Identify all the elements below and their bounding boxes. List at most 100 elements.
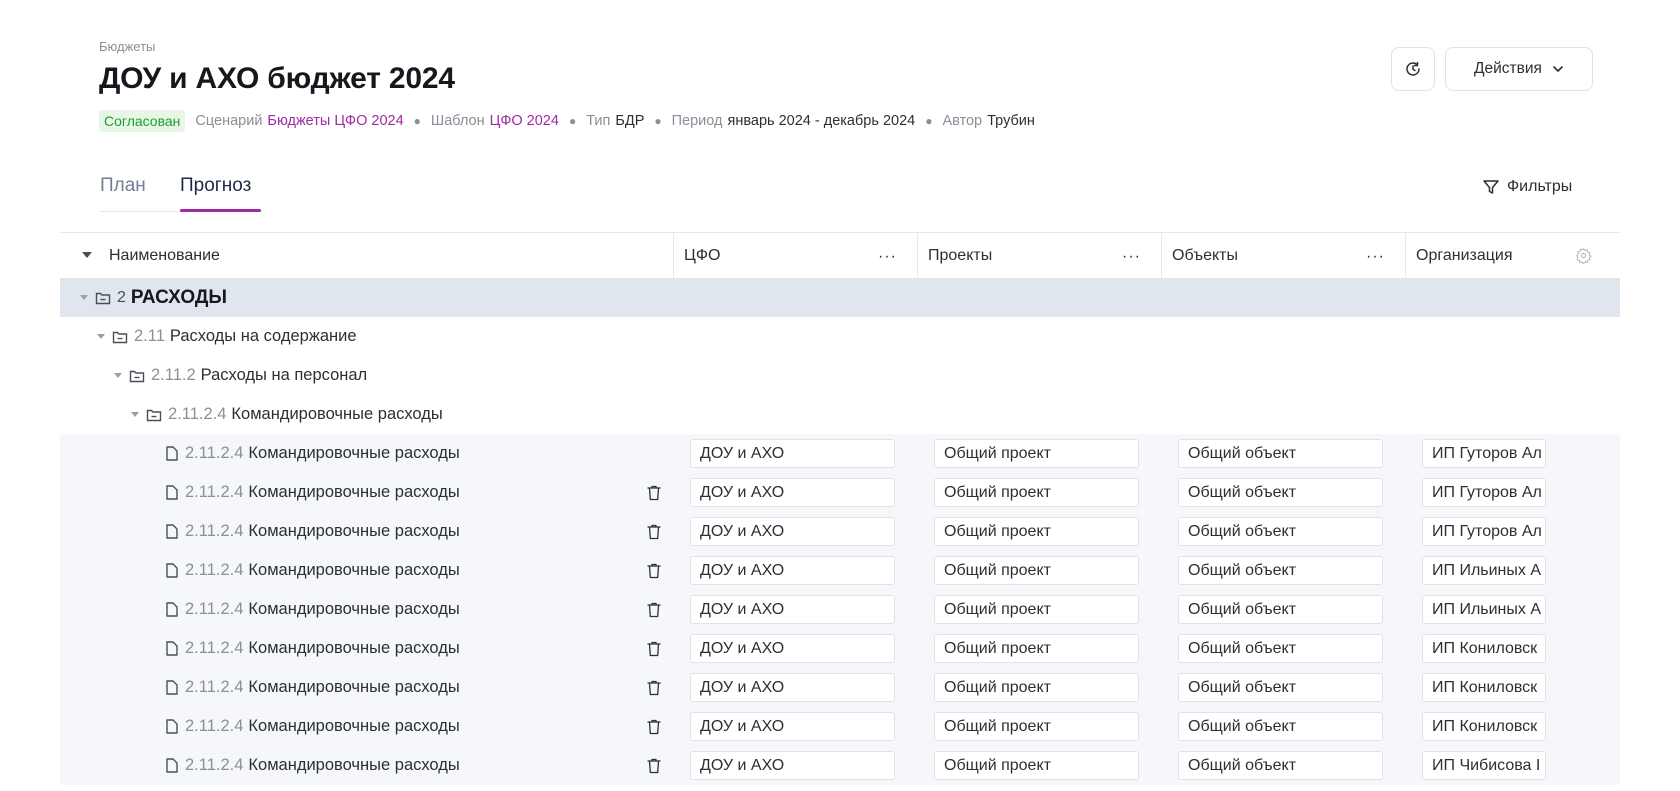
- organization-select[interactable]: ИП Гуторов Ал: [1422, 478, 1546, 507]
- column-menu-icon[interactable]: ···: [1122, 248, 1141, 266]
- organization-select[interactable]: ИП Кониловск: [1422, 673, 1546, 702]
- trash-icon[interactable]: [646, 484, 662, 502]
- row-name: Командировочные расходы: [231, 405, 443, 423]
- meta-value-type: БДР: [615, 113, 645, 129]
- row-code: 2.11.2: [151, 366, 196, 384]
- column-divider: [1405, 233, 1406, 278]
- organization-select[interactable]: ИП Чибисова I: [1422, 751, 1546, 780]
- table-row[interactable]: 2.11.2.4 Командировочные расходы ДОУ и А…: [60, 434, 1620, 473]
- row-name: Командировочные расходы: [248, 483, 460, 501]
- trash-icon[interactable]: [646, 562, 662, 580]
- group-row[interactable]: 2.11 Расходы на содержание: [60, 317, 1620, 356]
- project-select[interactable]: Общий проект: [934, 751, 1139, 780]
- document-icon: [164, 640, 180, 657]
- project-select[interactable]: Общий проект: [934, 673, 1139, 702]
- project-select[interactable]: Общий проект: [934, 478, 1139, 507]
- active-tab-indicator: [180, 209, 261, 212]
- trash-icon[interactable]: [646, 640, 662, 658]
- status-badge: Согласован: [99, 110, 186, 132]
- table-row[interactable]: 2.11.2.4 Командировочные расходы ДОУ и А…: [60, 551, 1620, 590]
- table-row[interactable]: 2.11.2.4 Командировочные расходы ДОУ и А…: [60, 473, 1620, 512]
- cfo-select[interactable]: ДОУ и АХО: [690, 439, 895, 468]
- object-select[interactable]: Общий объект: [1178, 673, 1383, 702]
- table-header: Наименование ЦФО ··· Проекты ··· Объекты…: [60, 233, 1620, 278]
- group-row[interactable]: 2.11.2.4 Командировочные расходы: [60, 395, 1620, 434]
- trash-icon[interactable]: [646, 601, 662, 619]
- object-select[interactable]: Общий объект: [1178, 517, 1383, 546]
- trash-icon[interactable]: [646, 718, 662, 736]
- settings-gear-icon[interactable]: [1575, 247, 1592, 264]
- table-row[interactable]: 2.11.2.4 Командировочные расходы ДОУ и А…: [60, 668, 1620, 707]
- cfo-select[interactable]: ДОУ и АХО: [690, 751, 895, 780]
- row-name: Командировочные расходы: [248, 522, 460, 540]
- group-row[interactable]: 2.11.2 Расходы на персонал: [60, 356, 1620, 395]
- project-select[interactable]: Общий проект: [934, 517, 1139, 546]
- separator-dot: ●: [413, 114, 421, 128]
- table-row[interactable]: 2.11.2.4 Командировочные расходы ДОУ и А…: [60, 512, 1620, 551]
- table-row[interactable]: 2.11.2.4 Командировочные расходы ДОУ и А…: [60, 707, 1620, 746]
- column-header-name[interactable]: Наименование: [109, 233, 220, 278]
- trash-icon[interactable]: [646, 523, 662, 541]
- meta-label-template: Шаблон: [430, 113, 485, 129]
- cfo-select[interactable]: ДОУ и АХО: [690, 712, 895, 741]
- separator-dot: ●: [925, 114, 933, 128]
- tab-plan[interactable]: План: [100, 175, 146, 197]
- separator-dot: ●: [568, 114, 577, 128]
- cfo-select[interactable]: ДОУ и АХО: [690, 478, 895, 507]
- object-select[interactable]: Общий объект: [1178, 712, 1383, 741]
- group-row[interactable]: 2 РАСХОДЫ: [60, 278, 1620, 317]
- cfo-select[interactable]: ДОУ и АХО: [690, 556, 895, 585]
- table-row[interactable]: 2.11.2.4 Командировочные расходы ДОУ и А…: [60, 746, 1620, 785]
- table-row[interactable]: 2.11.2.4 Командировочные расходы ДОУ и А…: [60, 590, 1620, 629]
- organization-select[interactable]: ИП Ильиных А: [1422, 595, 1546, 624]
- object-select[interactable]: Общий объект: [1178, 751, 1383, 780]
- cfo-select[interactable]: ДОУ и АХО: [690, 634, 895, 663]
- column-menu-icon[interactable]: ···: [1366, 248, 1385, 266]
- document-icon: [164, 484, 180, 501]
- meta-label-period: Период: [671, 113, 723, 129]
- column-header-organization[interactable]: Организация: [1416, 233, 1513, 278]
- organization-select[interactable]: ИП Кониловск: [1422, 712, 1546, 741]
- object-select[interactable]: Общий объект: [1178, 634, 1383, 663]
- column-header-cfo[interactable]: ЦФО: [684, 233, 720, 278]
- organization-select[interactable]: ИП Гуторов Ал: [1422, 517, 1546, 546]
- organization-select[interactable]: ИП Кониловск: [1422, 634, 1546, 663]
- actions-dropdown-button[interactable]: Действия: [1445, 47, 1593, 91]
- project-select[interactable]: Общий проект: [934, 634, 1139, 663]
- cfo-select[interactable]: ДОУ и АХО: [690, 673, 895, 702]
- row-name: Командировочные расходы: [248, 561, 460, 579]
- breadcrumb[interactable]: Бюджеты: [99, 39, 155, 54]
- tab-forecast[interactable]: Прогноз: [180, 175, 251, 197]
- expand-caret-icon[interactable]: [114, 373, 122, 378]
- cfo-select[interactable]: ДОУ и АХО: [690, 517, 895, 546]
- project-select[interactable]: Общий проект: [934, 439, 1139, 468]
- trash-icon[interactable]: [646, 757, 662, 775]
- scenario-link[interactable]: Бюджеты ЦФО 2024: [267, 113, 403, 129]
- project-select[interactable]: Общий проект: [934, 712, 1139, 741]
- row-code: 2.11: [134, 327, 165, 345]
- table-row[interactable]: 2.11.2.4 Командировочные расходы ДОУ и А…: [60, 629, 1620, 668]
- trash-icon[interactable]: [646, 679, 662, 697]
- object-select[interactable]: Общий объект: [1178, 556, 1383, 585]
- cfo-select[interactable]: ДОУ и АХО: [690, 595, 895, 624]
- page-title: ДОУ и АХО бюджет 2024: [99, 62, 455, 95]
- column-header-projects[interactable]: Проекты: [928, 233, 992, 278]
- collapse-all-icon[interactable]: [82, 252, 92, 258]
- history-button[interactable]: [1391, 47, 1435, 91]
- object-select[interactable]: Общий объект: [1178, 595, 1383, 624]
- project-select[interactable]: Общий проект: [934, 556, 1139, 585]
- object-select[interactable]: Общий объект: [1178, 439, 1383, 468]
- column-menu-icon[interactable]: ···: [878, 248, 897, 266]
- document-icon: [164, 718, 180, 735]
- template-link[interactable]: ЦФО 2024: [490, 113, 559, 129]
- organization-select[interactable]: ИП Ильиных А: [1422, 556, 1546, 585]
- project-select[interactable]: Общий проект: [934, 595, 1139, 624]
- expand-caret-icon[interactable]: [80, 295, 88, 300]
- expand-caret-icon[interactable]: [131, 412, 139, 417]
- column-divider: [1161, 233, 1162, 278]
- expand-caret-icon[interactable]: [97, 334, 105, 339]
- filters-button[interactable]: Фильтры: [1482, 178, 1572, 196]
- organization-select[interactable]: ИП Гуторов Ал: [1422, 439, 1546, 468]
- column-header-objects[interactable]: Объекты: [1172, 233, 1238, 278]
- object-select[interactable]: Общий объект: [1178, 478, 1383, 507]
